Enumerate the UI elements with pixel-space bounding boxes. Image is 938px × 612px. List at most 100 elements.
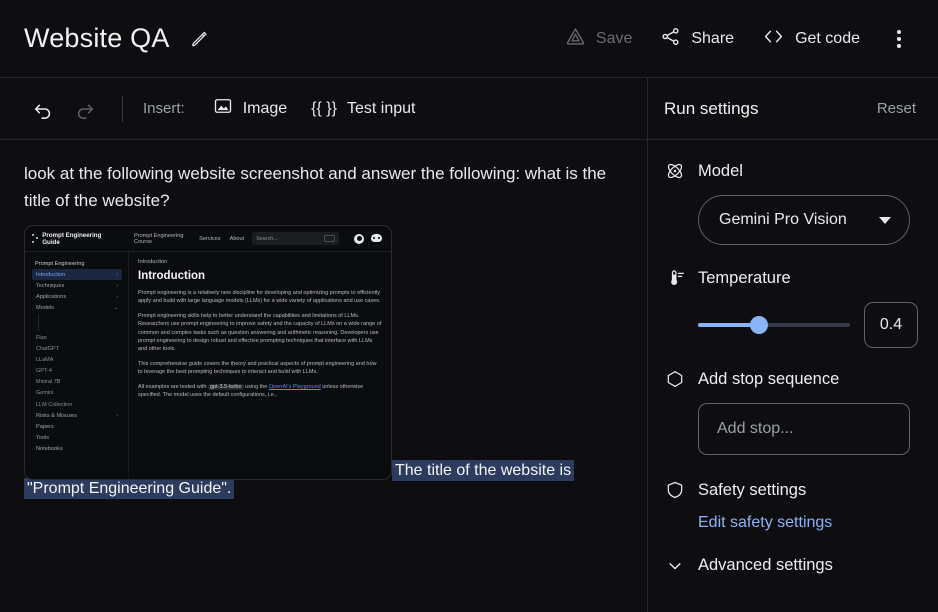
thumb-search-shortcut <box>324 235 335 242</box>
thumb-sidebar-subitem: ChatGPT <box>32 343 122 354</box>
temperature-value-input[interactable]: 0.4 <box>864 302 918 348</box>
code-brackets-icon <box>762 26 785 52</box>
toolbar-divider <box>122 96 123 122</box>
run-settings-title: Run settings <box>664 99 759 119</box>
advanced-settings-toggle[interactable]: Advanced settings <box>664 556 920 575</box>
website-screenshot-thumbnail: Prompt Engineering Guide Prompt Engineer… <box>24 225 392 480</box>
run-settings-panel: Run settings Reset Model Gemini Pro <box>648 78 938 612</box>
insert-test-input-button[interactable]: {{ }} Test input <box>301 93 425 125</box>
thumb-sidebar-item-papers: Papers <box>32 421 122 432</box>
chevron-icon: › <box>116 283 118 289</box>
inline-screenshot-image[interactable]: Prompt Engineering Guide Prompt Engineer… <box>24 225 392 480</box>
label: Risks & Misuses <box>36 413 77 419</box>
thumb-sidebar-submenu: Flan ChatGPT LLaMA GPT-4 Mistral 7B Gemi… <box>32 314 122 410</box>
label: Introduction <box>36 272 65 278</box>
label: Notebooks <box>36 446 63 452</box>
github-icon <box>354 234 364 244</box>
insert-test-input-label: Test input <box>347 100 415 118</box>
get-code-label: Get code <box>795 30 860 48</box>
label: ChatGPT <box>36 346 59 352</box>
prompt-panel: Insert: Image {{ }} Test input look at t… <box>0 78 648 612</box>
thumb-nav-link: Prompt Engineering Course <box>134 233 190 245</box>
thumb-sidebar-item-applications: Applications› <box>32 292 122 303</box>
stop-sequence-section-header: Add stop sequence <box>664 368 920 390</box>
thermometer-icon <box>664 267 686 289</box>
footnote-pre: All examples are tested with <box>138 384 208 390</box>
run-settings-header: Run settings Reset <box>648 78 938 140</box>
thumb-paragraph: This comprehensive guide covers the theo… <box>138 360 382 377</box>
get-code-button[interactable]: Get code <box>748 18 874 60</box>
label: Prompt Engineering <box>35 261 84 267</box>
share-label: Share <box>691 30 734 48</box>
footnote-mid: using the <box>244 384 269 390</box>
edit-safety-settings-link[interactable]: Edit safety settings <box>698 514 832 531</box>
page-title: Website QA <box>24 23 170 54</box>
answer-text-part2: "Prompt Engineering Guide". <box>24 478 234 499</box>
insert-image-button[interactable]: Image <box>203 89 297 128</box>
thumb-sidebar-item-techniques: Techniques › <box>32 280 122 291</box>
app-root: Website QA Save <box>0 0 938 612</box>
model-section-header: Model <box>664 160 920 182</box>
share-icon <box>660 26 681 52</box>
chevron-icon: ⌄ <box>114 305 118 311</box>
label: Models <box>36 305 54 311</box>
temperature-slider[interactable] <box>698 315 850 335</box>
label: LLM Collection <box>36 402 72 408</box>
image-icon <box>213 96 233 121</box>
temperature-control: 0.4 <box>698 302 920 348</box>
thumb-nav-icons <box>354 234 382 244</box>
chevron-icon: › <box>116 272 118 278</box>
thumb-sidebar-item-notebooks: Notebooks <box>32 444 122 455</box>
chevron-icon: › <box>116 413 118 419</box>
title-group: Website QA <box>24 23 551 54</box>
insert-label: Insert: <box>143 100 185 117</box>
label: Gemini <box>36 390 53 396</box>
discord-icon <box>371 234 382 242</box>
thumb-navbar: Prompt Engineering Guide Prompt Engineer… <box>25 226 391 252</box>
label: Techniques <box>36 283 64 289</box>
label: Mistral 7B <box>36 379 60 385</box>
prompt-toolbar: Insert: Image {{ }} Test input <box>0 78 647 140</box>
save-button[interactable]: Save <box>551 18 646 60</box>
thumb-sidebar-subitem: LLM Collection <box>32 399 122 410</box>
thumb-sidebar-item-models: Models ⌄ <box>32 303 122 314</box>
model-select[interactable]: Gemini Pro Vision <box>698 195 910 245</box>
thumb-breadcrumb: Introduction <box>138 259 382 265</box>
prompt-content-flow: Prompt Engineering Guide Prompt Engineer… <box>24 214 637 498</box>
label: Papers <box>36 424 54 430</box>
reset-button[interactable]: Reset <box>877 100 916 117</box>
model-select-value: Gemini Pro Vision <box>719 211 847 229</box>
thumb-heading: Introduction <box>138 270 382 282</box>
thumb-search-placeholder: Search... <box>256 236 278 242</box>
more-vertical-icon[interactable] <box>882 22 916 56</box>
thumb-sidebar-subitem: Mistral 7B <box>32 377 122 388</box>
stop-sequence-input[interactable]: Add stop... <box>698 403 910 455</box>
temperature-section-header: Temperature <box>664 267 920 289</box>
shield-icon <box>664 479 686 501</box>
label: Tools <box>36 435 49 441</box>
atom-icon <box>664 160 686 182</box>
thumb-nav-link: About <box>230 236 245 242</box>
thumb-body: Prompt Engineering Introduction › Techniq… <box>25 252 391 479</box>
save-icon <box>565 26 586 52</box>
prompt-editor[interactable]: look at the following website screenshot… <box>0 140 647 612</box>
thumb-logo-text: Prompt Engineering Guide <box>42 232 112 246</box>
label: LLaMA <box>36 357 53 363</box>
undo-icon[interactable] <box>24 90 62 128</box>
slider-thumb[interactable] <box>750 316 768 334</box>
redo-icon[interactable] <box>66 90 104 128</box>
thumb-sidebar-subitem: Flan <box>32 332 122 343</box>
save-label: Save <box>596 30 632 48</box>
safety-settings-label: Safety settings <box>698 481 806 500</box>
hexagon-icon <box>664 368 686 390</box>
advanced-settings-label: Advanced settings <box>698 556 833 575</box>
label: Applications <box>36 294 66 300</box>
thumb-nav-link: Services <box>199 236 220 242</box>
pencil-icon[interactable] <box>188 27 212 51</box>
footnote-link: OpenAI's Playground <box>269 384 321 390</box>
label: GPT-4 <box>36 368 52 374</box>
temperature-label: Temperature <box>698 269 791 288</box>
label: Flan <box>36 335 47 341</box>
thumb-sidebar-subitem: LLaMA <box>32 354 122 365</box>
share-button[interactable]: Share <box>646 18 748 60</box>
